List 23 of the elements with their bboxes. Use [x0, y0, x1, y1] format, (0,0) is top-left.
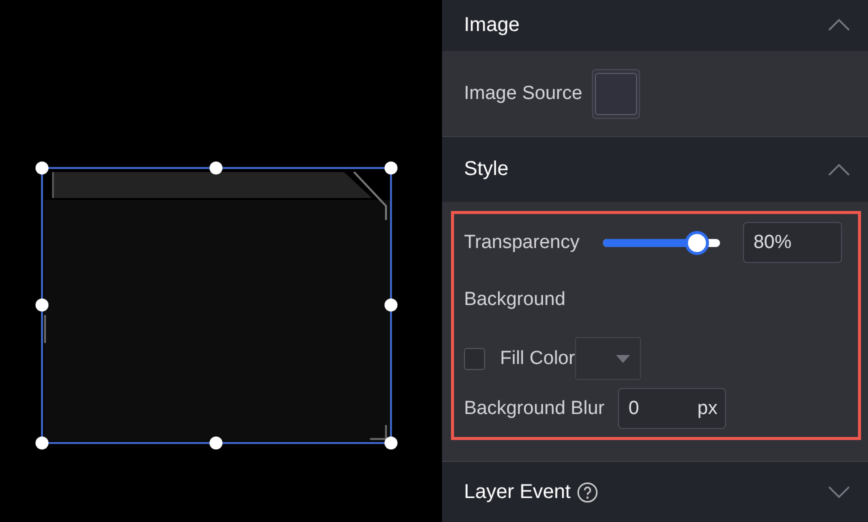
collapse-icon[interactable]	[828, 164, 850, 176]
image-picker[interactable]	[592, 68, 640, 119]
selected-layer-drawing[interactable]	[35, 161, 399, 450]
help-icon[interactable]	[576, 482, 598, 503]
percent-input[interactable]: 80%	[743, 222, 842, 264]
checkbox-label: Fill Color	[500, 348, 575, 370]
color-picker[interactable]	[574, 337, 641, 380]
section-title: Layer Event	[464, 480, 571, 504]
field-label: Background Blur	[464, 398, 604, 420]
collapse-icon[interactable]	[828, 19, 850, 32]
blur-input[interactable]: 0 px	[618, 388, 726, 430]
section-header[interactable]: Style	[442, 137, 868, 202]
field-label: Background	[464, 289, 566, 312]
dropdown-icon	[616, 354, 630, 363]
field-label: Image Source	[464, 82, 582, 105]
section-header[interactable]: Layer Event	[442, 462, 868, 522]
checkbox[interactable]	[464, 348, 485, 370]
section-title: Style	[464, 158, 508, 182]
section-header[interactable]: Image	[442, 0, 868, 51]
expand-icon[interactable]	[828, 486, 850, 498]
slider-thumb[interactable]	[685, 230, 710, 255]
field-label: Transparency	[464, 232, 580, 254]
section-title: Image	[464, 14, 520, 37]
